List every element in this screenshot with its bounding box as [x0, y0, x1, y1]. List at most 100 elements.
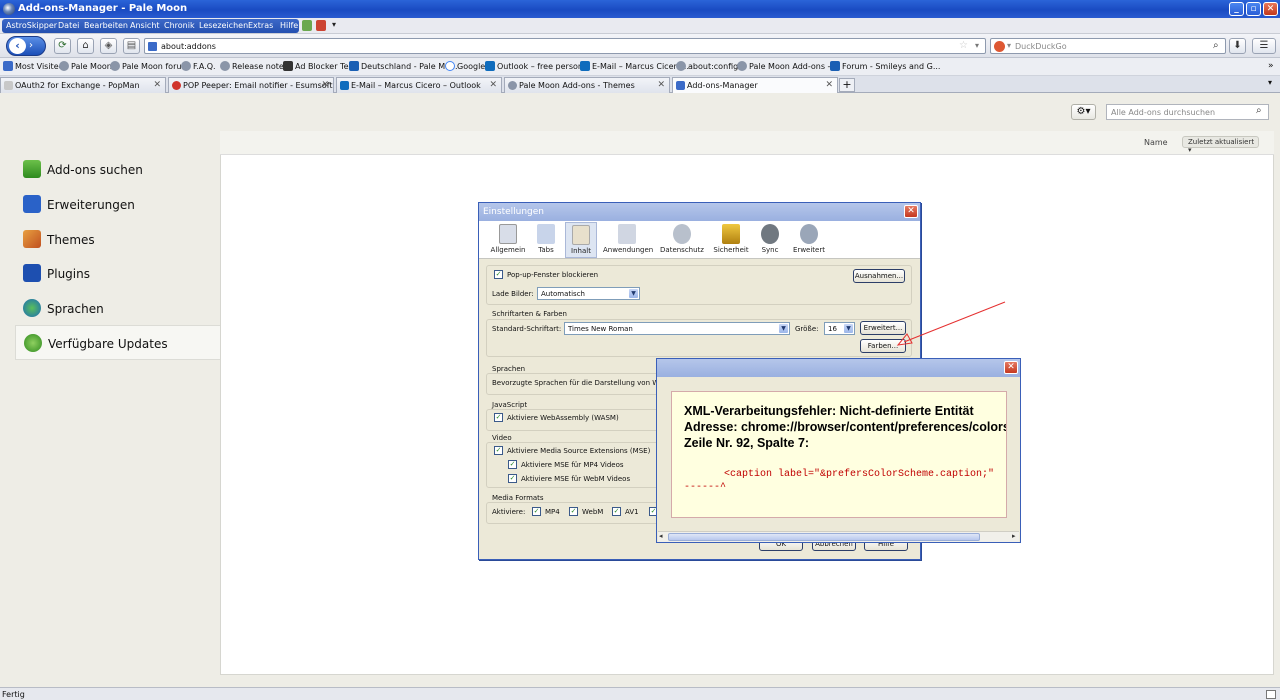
- popup-block-checkbox[interactable]: ✓: [494, 270, 503, 279]
- tab-close-icon[interactable]: ✕: [153, 80, 161, 90]
- shield-icon: [283, 61, 293, 71]
- tab-close-icon[interactable]: ✕: [825, 80, 833, 90]
- back-button[interactable]: ‹: [9, 38, 26, 54]
- category-addons-suchen[interactable]: Add-ons suchen: [15, 152, 220, 187]
- pane-allgemein[interactable]: Allgemein: [489, 222, 527, 258]
- settings-close-button[interactable]: ✕: [904, 205, 918, 218]
- forward-button[interactable]: ›: [29, 40, 33, 51]
- font-size-select[interactable]: 16 ▼: [824, 322, 855, 335]
- sort-by-updated[interactable]: Zuletzt aktualisiert ▾: [1182, 136, 1259, 154]
- category-erweiterungen[interactable]: Erweiterungen: [15, 187, 220, 222]
- mse-checkbox[interactable]: ✓: [494, 446, 503, 455]
- webm-checkbox[interactable]: ✓: [569, 507, 578, 516]
- search-icon[interactable]: ⌕: [1256, 105, 1262, 116]
- menu-bearbeiten[interactable]: Bearbeiten: [84, 21, 128, 30]
- tab-list-icon[interactable]: ▾: [1268, 78, 1272, 87]
- scroll-right-icon[interactable]: ▸: [1012, 532, 1016, 540]
- tab-oauth2[interactable]: OAuth2 for Exchange - PopMan ✕: [0, 77, 166, 93]
- status-icon[interactable]: [1266, 690, 1276, 699]
- addon-icon[interactable]: [316, 20, 326, 31]
- bookmark-faq[interactable]: F.A.Q.: [193, 62, 216, 71]
- page-button[interactable]: ▤: [123, 38, 140, 54]
- mp4-checkbox[interactable]: ✓: [532, 507, 541, 516]
- category-plugins[interactable]: Plugins: [15, 256, 220, 291]
- menu-button[interactable]: ☰: [1252, 38, 1276, 54]
- popup-block-label: Pop-up-Fenster blockieren: [507, 271, 599, 279]
- av1-checkbox[interactable]: ✓: [612, 507, 621, 516]
- bookmarks-overflow-icon[interactable]: »: [1268, 61, 1274, 71]
- reload-button[interactable]: ⟳: [54, 38, 71, 54]
- mse-mp4-checkbox[interactable]: ✓: [508, 460, 517, 469]
- bookmark-forum-smileys[interactable]: Forum - Smileys and G...: [842, 62, 940, 71]
- bookmark-ad-blocker-test[interactable]: Ad Blocker Test: [295, 62, 356, 71]
- category-sprachen[interactable]: Sprachen: [15, 291, 220, 326]
- pane-tabs[interactable]: Tabs: [533, 222, 559, 258]
- close-window-button[interactable]: ✕: [1263, 2, 1278, 16]
- error-close-button[interactable]: ✕: [1004, 361, 1018, 374]
- addons-search-input[interactable]: Alle Add-ons durchsuchen ⌕: [1106, 104, 1269, 120]
- pane-erweitert[interactable]: Erweitert: [791, 222, 827, 258]
- search-placeholder[interactable]: DuckDuckGo: [1015, 42, 1067, 51]
- menu-ansicht[interactable]: Ansicht: [130, 21, 160, 30]
- tab-pop-peeper[interactable]: POP Peeper: Email notifier - Esumsoft ✕: [168, 77, 334, 93]
- menu-lesezeichen[interactable]: Lesezeichen: [199, 21, 248, 30]
- default-font-select[interactable]: Times New Roman ▼: [564, 322, 790, 335]
- pane-sicherheit[interactable]: Sicherheit: [713, 222, 749, 258]
- bookmark-google[interactable]: Google: [457, 62, 485, 71]
- url-bar[interactable]: about:addons ☆ ▾: [144, 38, 986, 54]
- mse-webm-checkbox[interactable]: ✓: [508, 474, 517, 483]
- home-button[interactable]: ⌂: [77, 38, 94, 54]
- url-text[interactable]: about:addons: [161, 42, 216, 51]
- menu-hilfe[interactable]: Hilfe: [280, 21, 298, 30]
- error-horizontal-scrollbar[interactable]: ◂ ▸: [658, 531, 1019, 542]
- bookmarks-toolbar: Most Visited Pale Moon Pale Moon forum F…: [0, 58, 1280, 76]
- extension-icon[interactable]: [302, 20, 312, 31]
- downloads-button[interactable]: ⬇: [1229, 38, 1246, 54]
- bookmark-star-icon[interactable]: ☆: [959, 40, 968, 51]
- tab-close-icon[interactable]: ✕: [321, 80, 329, 90]
- tab-outlook[interactable]: E-Mail – Marcus Cicero – Outlook ✕: [336, 77, 502, 93]
- gear-icon[interactable]: ⚙▾: [1071, 104, 1096, 120]
- minimize-button[interactable]: _: [1229, 2, 1244, 16]
- tab-addons-manager[interactable]: Add-ons-Manager ✕: [672, 77, 838, 93]
- bookmark-addons[interactable]: Pale Moon Add-ons - ...: [749, 62, 841, 71]
- pane-inhalt[interactable]: Inhalt: [565, 222, 597, 258]
- menu-extras[interactable]: Extras: [248, 21, 273, 30]
- pane-datenschutz[interactable]: Datenschutz: [659, 222, 705, 258]
- shield-button[interactable]: ◈: [100, 38, 117, 54]
- tab-close-icon[interactable]: ✕: [489, 80, 497, 90]
- bookmark-pale-moon[interactable]: Pale Moon: [71, 62, 112, 71]
- search-icon[interactable]: ⌕: [1213, 40, 1219, 51]
- menu-chronik[interactable]: Chronik: [164, 21, 195, 30]
- maximize-button[interactable]: ▫: [1246, 2, 1261, 16]
- menu-datei[interactable]: Datei: [58, 21, 79, 30]
- search-engine-dropdown-icon[interactable]: ▾: [1007, 41, 1011, 50]
- url-dropdown-icon[interactable]: ▾: [975, 41, 979, 50]
- bookmark-release-notes[interactable]: Release notes: [232, 62, 288, 71]
- new-tab-button[interactable]: +: [839, 78, 855, 92]
- pane-anwendungen[interactable]: Anwendungen: [603, 222, 653, 258]
- exceptions-button[interactable]: Ausnahmen...: [853, 269, 905, 283]
- tab-label: POP Peeper: Email notifier - Esumsoft: [183, 81, 333, 90]
- bookmark-email[interactable]: E-Mail – Marcus Cicero...: [592, 62, 689, 71]
- tab-themes[interactable]: Pale Moon Add-ons - Themes ✕: [504, 77, 670, 93]
- category-themes[interactable]: Themes: [15, 222, 220, 257]
- duckduckgo-icon[interactable]: [994, 41, 1005, 52]
- category-verfuegbare-updates[interactable]: Verfügbare Updates: [15, 325, 220, 360]
- bookmark-outlook[interactable]: Outlook – free person...: [497, 62, 591, 71]
- addons-search-placeholder[interactable]: Alle Add-ons durchsuchen: [1111, 108, 1215, 117]
- menu-dropdown-icon[interactable]: ▾: [332, 20, 336, 29]
- scroll-thumb[interactable]: [668, 533, 980, 541]
- tab-close-icon[interactable]: ✕: [657, 80, 665, 90]
- load-images-select[interactable]: Automatisch ▼: [537, 287, 640, 300]
- sort-by-name[interactable]: Name: [1144, 138, 1168, 147]
- bookmark-most-visited[interactable]: Most Visited: [15, 62, 64, 71]
- wasm-checkbox[interactable]: ✓: [494, 413, 503, 422]
- bookmark-pale-moon-forum[interactable]: Pale Moon forum: [122, 62, 189, 71]
- bookmark-about-config[interactable]: about:config: [688, 62, 738, 71]
- menu-astroskipper[interactable]: AstroSkipper: [6, 21, 57, 30]
- search-bar[interactable]: ▾ DuckDuckGo ⌕: [990, 38, 1226, 54]
- bookmark-deutschland[interactable]: Deutschland - Pale Mo...: [361, 62, 458, 71]
- pane-sync[interactable]: Sync: [758, 222, 782, 258]
- scroll-left-icon[interactable]: ◂: [659, 532, 663, 540]
